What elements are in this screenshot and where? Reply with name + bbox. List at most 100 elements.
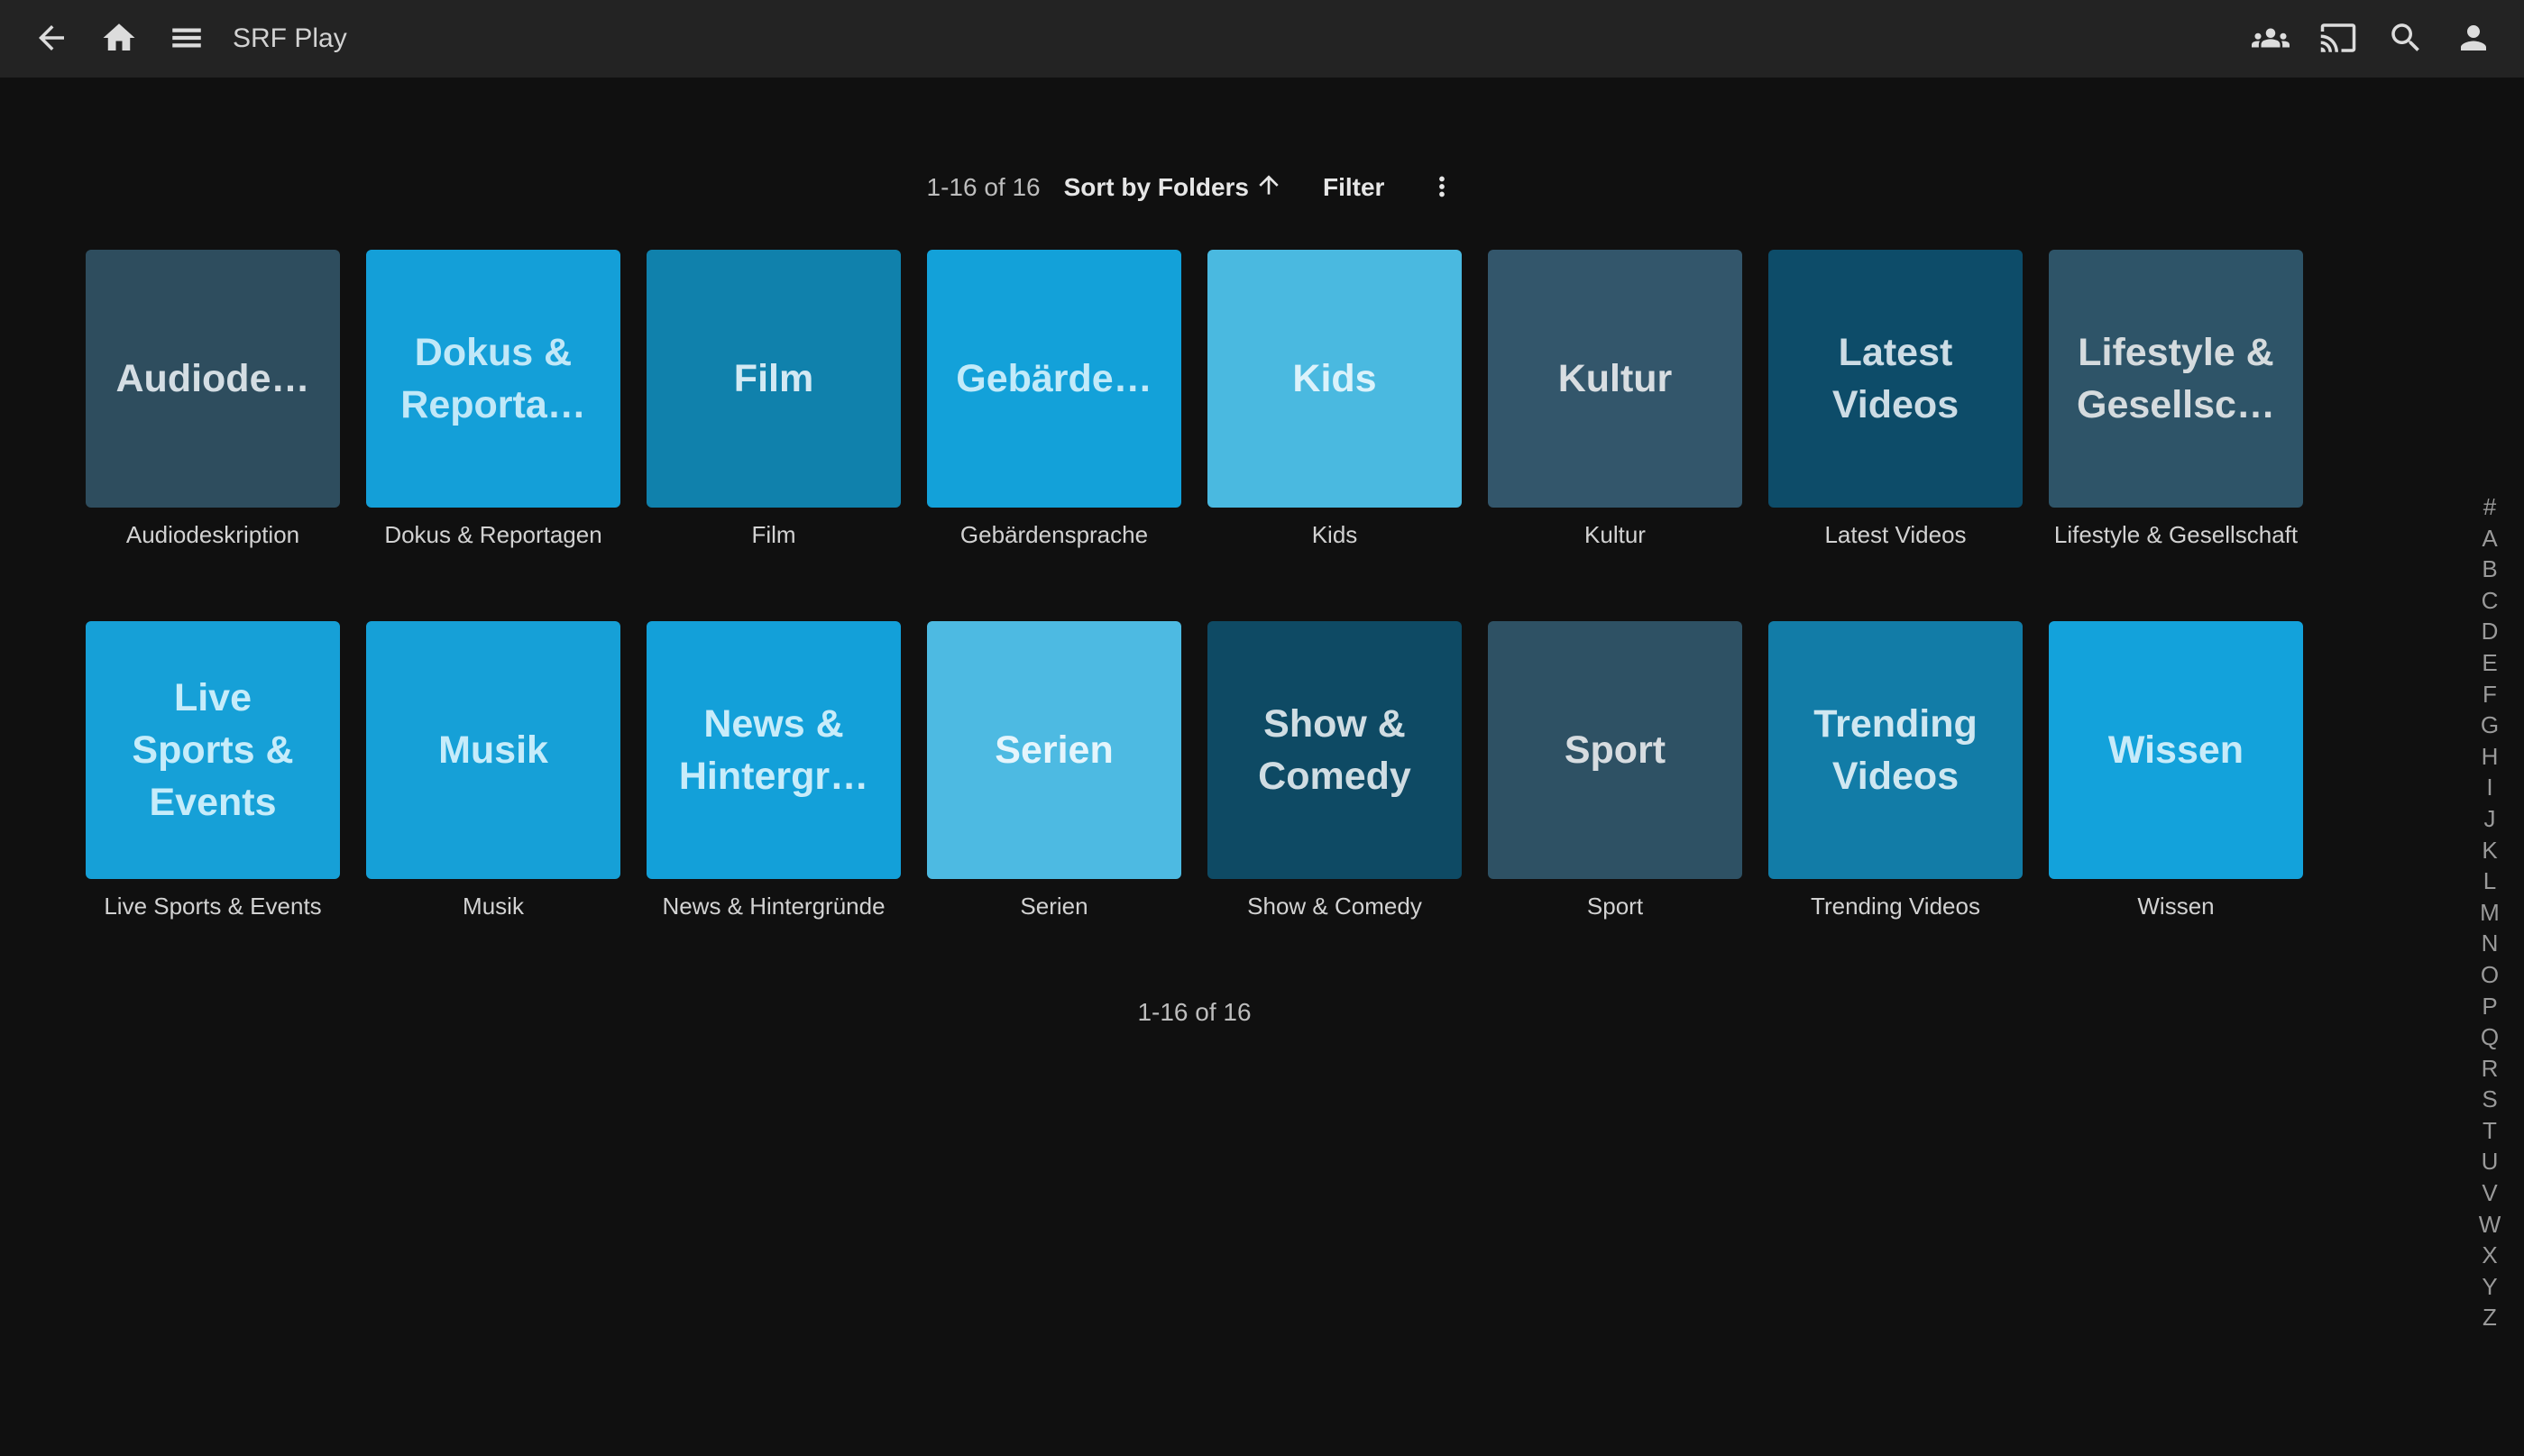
- library-card-box[interactable]: Kultur: [1488, 250, 1742, 508]
- library-card-title: Trending Videos: [1813, 698, 1978, 802]
- user-button[interactable]: [2448, 14, 2499, 64]
- cast-button[interactable]: [2313, 14, 2363, 64]
- library-card-box[interactable]: Film: [647, 250, 901, 508]
- alpha-picker-letter[interactable]: J: [2472, 803, 2508, 835]
- syncplay-button[interactable]: [2245, 14, 2296, 64]
- alpha-picker-letter[interactable]: N: [2472, 928, 2508, 959]
- filter-button[interactable]: Filter: [1323, 173, 1384, 202]
- library-card-box[interactable]: Wissen: [2049, 621, 2303, 879]
- library-card-label[interactable]: Latest Videos: [1768, 520, 2023, 549]
- library-card-label[interactable]: Serien: [927, 892, 1181, 920]
- menu-button[interactable]: [161, 14, 212, 64]
- library-card: Trending Videos Trending Videos: [1768, 621, 2023, 920]
- library-card: Film Film: [647, 250, 901, 549]
- library-card-label[interactable]: Show & Comedy: [1207, 892, 1462, 920]
- alpha-picker-letter[interactable]: M: [2472, 897, 2508, 929]
- library-card-label[interactable]: Trending Videos: [1768, 892, 2023, 920]
- library-card-box[interactable]: Trending Videos: [1768, 621, 2023, 879]
- library-card-label[interactable]: Kultur: [1488, 520, 1742, 549]
- library-card-title: Kultur: [1558, 353, 1673, 405]
- library-card-title: Wissen: [2108, 724, 2244, 776]
- alpha-picker-letter[interactable]: O: [2472, 959, 2508, 991]
- library-card-box[interactable]: Gebärde…: [927, 250, 1181, 508]
- alpha-picker-letter[interactable]: X: [2472, 1240, 2508, 1271]
- library-card-box[interactable]: News & Hintergr…: [647, 621, 901, 879]
- library-card-box[interactable]: Dokus & Reporta…: [366, 250, 620, 508]
- library-card-label[interactable]: Gebärdensprache: [927, 520, 1181, 549]
- home-icon: [100, 19, 138, 60]
- library-card-label[interactable]: Lifestyle & Gesellschaft: [2049, 520, 2303, 549]
- alpha-picker-letter[interactable]: H: [2472, 741, 2508, 773]
- search-icon: [2387, 19, 2425, 60]
- alpha-picker: #ABCDEFGHIJKLMNOPQRSTUVWXYZ: [2472, 491, 2508, 1333]
- library-card-label[interactable]: Live Sports & Events: [86, 892, 340, 920]
- library-card: Live Sports & Events Live Sports & Events: [86, 621, 340, 920]
- alpha-picker-letter[interactable]: D: [2472, 616, 2508, 647]
- library-card-label[interactable]: Dokus & Reportagen: [366, 520, 620, 549]
- app-bar: SRF Play: [0, 0, 2524, 78]
- library-card-box[interactable]: Show & Comedy: [1207, 621, 1462, 879]
- alpha-picker-letter[interactable]: Q: [2472, 1021, 2508, 1053]
- library-card-label[interactable]: Wissen: [2049, 892, 2303, 920]
- library-card: Latest Videos Latest Videos: [1768, 250, 2023, 549]
- alpha-picker-letter[interactable]: B: [2472, 554, 2508, 585]
- paging-count-bottom: 1-16 of 16: [86, 998, 2303, 1027]
- library-card-box[interactable]: Kids: [1207, 250, 1462, 508]
- alpha-picker-letter[interactable]: G: [2472, 710, 2508, 741]
- library-card-title: Sport: [1565, 724, 1666, 776]
- alpha-picker-letter[interactable]: R: [2472, 1053, 2508, 1085]
- alpha-picker-letter[interactable]: W: [2472, 1209, 2508, 1241]
- hamburger-menu-icon: [168, 19, 206, 60]
- library-card-box[interactable]: Live Sports & Events: [86, 621, 340, 879]
- library-card-box[interactable]: Musik: [366, 621, 620, 879]
- library-card-label[interactable]: Audiodeskription: [86, 520, 340, 549]
- library-card-label[interactable]: Film: [647, 520, 901, 549]
- alpha-picker-letter[interactable]: P: [2472, 991, 2508, 1022]
- alpha-picker-letter[interactable]: Y: [2472, 1271, 2508, 1303]
- home-button[interactable]: [94, 14, 144, 64]
- alpha-picker-letter[interactable]: Z: [2472, 1302, 2508, 1333]
- filter-button-label: Filter: [1323, 173, 1384, 202]
- alpha-picker-letter[interactable]: E: [2472, 647, 2508, 679]
- library-card-label[interactable]: News & Hintergründe: [647, 892, 901, 920]
- library-card-label[interactable]: Sport: [1488, 892, 1742, 920]
- search-button[interactable]: [2381, 14, 2431, 64]
- library-card-title: Kids: [1292, 353, 1376, 405]
- alpha-picker-letter[interactable]: #: [2472, 491, 2508, 523]
- library-card: Show & Comedy Show & Comedy: [1207, 621, 1462, 920]
- alpha-picker-letter[interactable]: C: [2472, 585, 2508, 617]
- more-button[interactable]: [1422, 168, 1462, 207]
- more-vertical-ellipsis-icon: [1427, 171, 1457, 205]
- library-card: Lifestyle & Gesellsc… Lifestyle & Gesells…: [2049, 250, 2303, 549]
- back-button[interactable]: [26, 14, 77, 64]
- library-card-box[interactable]: Audiode…: [86, 250, 340, 508]
- library-card-box[interactable]: Latest Videos: [1768, 250, 2023, 508]
- alpha-picker-letter[interactable]: L: [2472, 865, 2508, 897]
- alpha-picker-letter[interactable]: T: [2472, 1115, 2508, 1147]
- library-card-title: Serien: [995, 724, 1113, 776]
- alpha-picker-letter[interactable]: V: [2472, 1177, 2508, 1209]
- library-card: Serien Serien: [927, 621, 1181, 920]
- library-card-title: Show & Comedy: [1258, 698, 1411, 802]
- library-card-title: Musik: [438, 724, 548, 776]
- alpha-picker-letter[interactable]: S: [2472, 1084, 2508, 1115]
- library-card-title: Live Sports & Events: [132, 672, 293, 829]
- library-card-box[interactable]: Sport: [1488, 621, 1742, 879]
- sort-button[interactable]: Sort by Folders: [1064, 170, 1283, 206]
- library-card: Audiode… Audiodeskription: [86, 250, 340, 549]
- back-arrow-icon: [32, 19, 70, 60]
- alpha-picker-letter[interactable]: U: [2472, 1146, 2508, 1177]
- library-card: Gebärde… Gebärdensprache: [927, 250, 1181, 549]
- group-people-icon: [2252, 19, 2290, 60]
- alpha-picker-letter[interactable]: I: [2472, 772, 2508, 803]
- library-card-box[interactable]: Lifestyle & Gesellsc…: [2049, 250, 2303, 508]
- library-card-label[interactable]: Kids: [1207, 520, 1462, 549]
- library-card-title: Gebärde…: [956, 353, 1152, 405]
- alpha-picker-letter[interactable]: F: [2472, 679, 2508, 710]
- paging-count-top: 1-16 of 16: [927, 173, 1041, 202]
- alpha-picker-letter[interactable]: A: [2472, 523, 2508, 554]
- library-card-box[interactable]: Serien: [927, 621, 1181, 879]
- library-card-label[interactable]: Musik: [366, 892, 620, 920]
- library-card: Dokus & Reporta… Dokus & Reportagen: [366, 250, 620, 549]
- alpha-picker-letter[interactable]: K: [2472, 835, 2508, 866]
